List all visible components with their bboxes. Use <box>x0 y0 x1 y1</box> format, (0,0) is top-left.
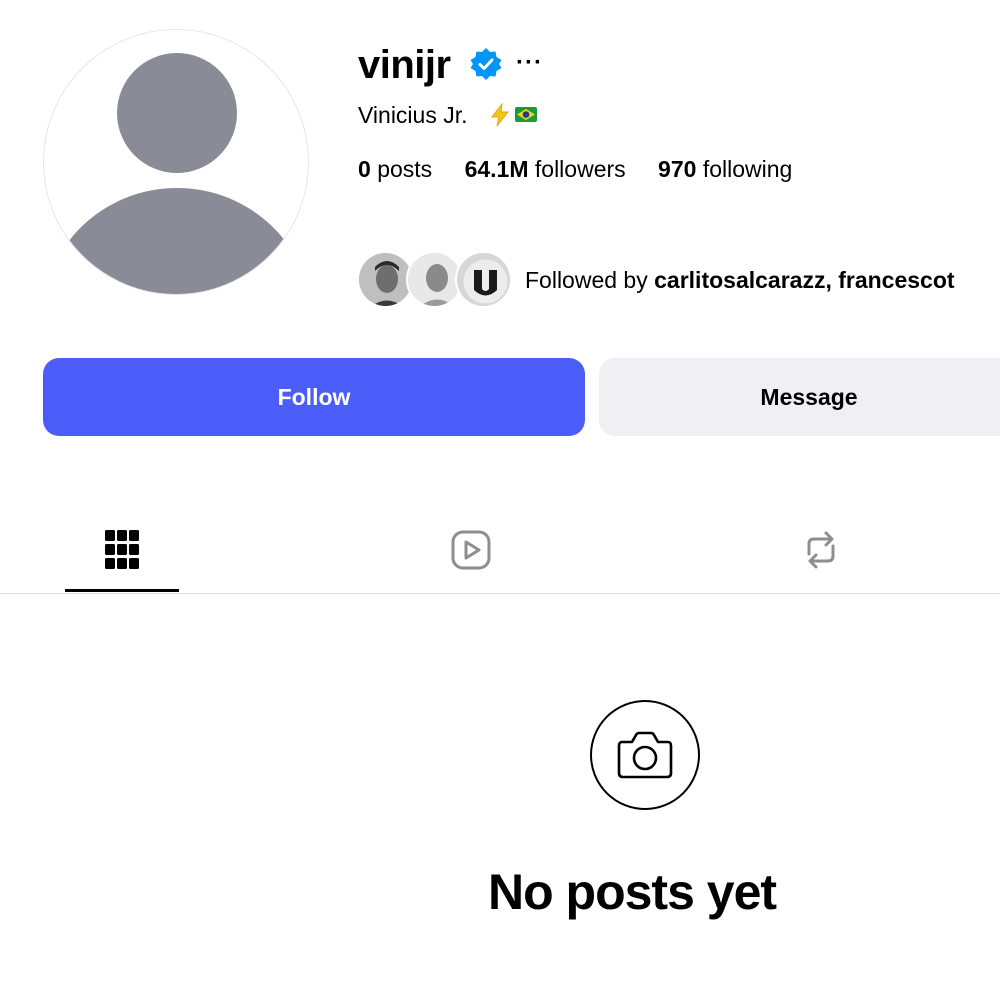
empty-state-text: No posts yet <box>488 864 777 920</box>
posts-count[interactable]: 0 posts <box>358 156 432 182</box>
grid-icon <box>105 530 139 569</box>
profile-username: vinijr <box>358 43 451 87</box>
tab-reels[interactable] <box>441 520 501 580</box>
message-button[interactable]: Message <box>599 358 1000 436</box>
bolt-icon <box>489 102 511 132</box>
tab-reposts[interactable] <box>791 520 851 580</box>
follow-button[interactable]: Follow <box>43 358 585 436</box>
followers-count[interactable]: 64.1M followers <box>465 156 626 182</box>
followed-by-text[interactable]: Followed by carlitosalcarazz, francescot <box>525 265 955 295</box>
active-tab-indicator <box>65 589 179 592</box>
camera-icon <box>617 731 673 779</box>
empty-state-icon-circle <box>590 700 700 810</box>
more-options-button[interactable]: ··· <box>516 48 543 78</box>
profile-stats: 0 posts 64.1M followers 970 following <box>358 154 818 184</box>
default-avatar-icon <box>44 53 308 294</box>
following-count[interactable]: 970 following <box>658 156 792 182</box>
tab-posts[interactable] <box>92 520 152 580</box>
verified-badge-icon <box>469 47 503 81</box>
reels-icon <box>451 530 491 570</box>
brazil-flag-icon <box>515 107 537 122</box>
profile-avatar[interactable] <box>43 29 309 295</box>
follower-avatar-3[interactable] <box>455 251 512 308</box>
reposts-icon <box>807 531 835 569</box>
profile-full-name: Vinicius Jr. <box>358 102 468 128</box>
tabs-divider <box>0 593 1000 594</box>
